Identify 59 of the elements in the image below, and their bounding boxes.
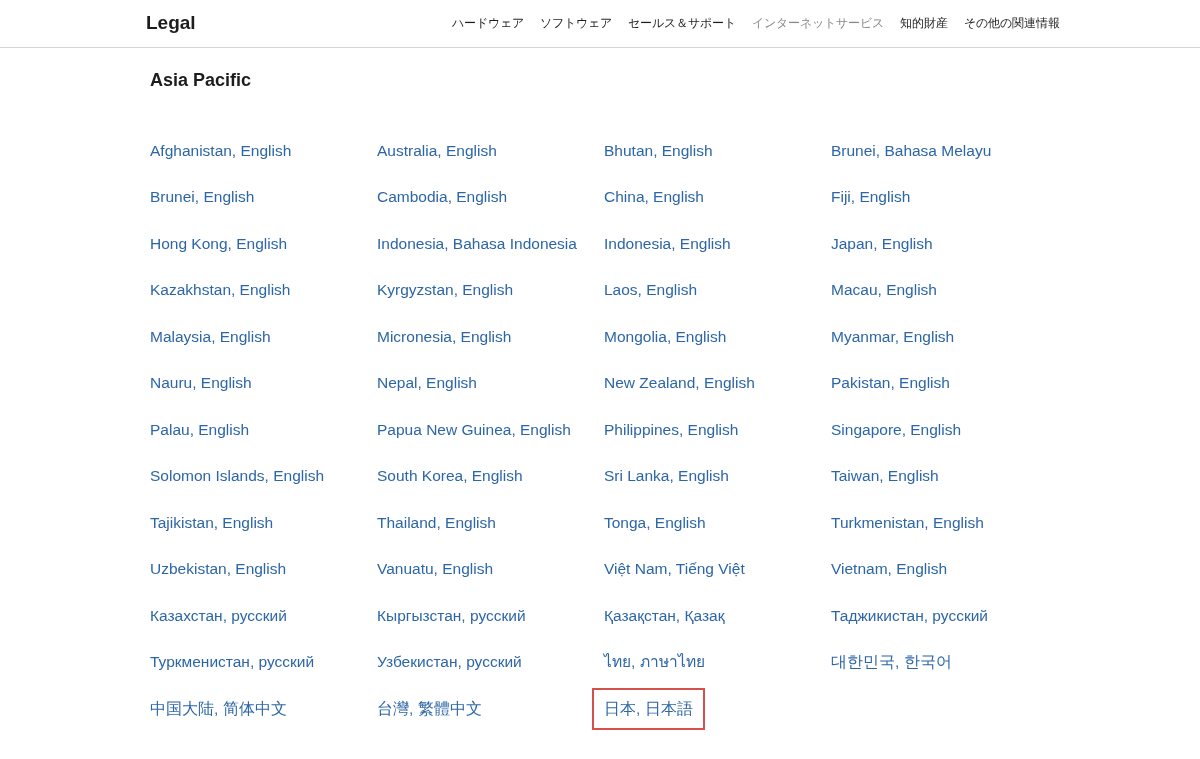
- country-link[interactable]: Кыргызстан, русский: [377, 603, 526, 629]
- section-heading: Asia Pacific: [150, 70, 253, 92]
- country-link[interactable]: Қазақстан, Қазақ: [604, 603, 725, 629]
- nav-link[interactable]: ハードウェア: [452, 14, 524, 33]
- country-link[interactable]: Vanuatu, English: [377, 557, 494, 582]
- country-link[interactable]: Tonga, English: [604, 510, 706, 536]
- country-link[interactable]: 日本, 日本語: [592, 687, 705, 731]
- country-link[interactable]: New Zealand, English: [604, 371, 755, 396]
- country-link[interactable]: Uzbekistan, English: [150, 557, 287, 582]
- country-link[interactable]: Tajikistan, English: [150, 510, 274, 536]
- country-link[interactable]: Cambodia, English: [377, 185, 508, 210]
- country-link[interactable]: Kyrgyzstan, English: [377, 278, 514, 303]
- country-link[interactable]: 대한민국, 한국어: [831, 650, 952, 675]
- country-link[interactable]: Laos, English: [604, 278, 698, 303]
- country-link[interactable]: Nauru, English: [150, 371, 252, 396]
- country-link[interactable]: Việt Nam, Tiếng Việt: [604, 557, 745, 582]
- country-link[interactable]: ไทย, ภาษาไทย: [604, 650, 705, 675]
- country-link[interactable]: Bhutan, English: [604, 138, 713, 164]
- country-link[interactable]: Solomon Islands, English: [150, 464, 325, 489]
- country-link[interactable]: Thailand, English: [377, 510, 496, 536]
- site-title: Legal: [146, 11, 196, 36]
- country-link[interactable]: Indonesia, Bahasa Indonesia: [377, 231, 577, 257]
- country-link[interactable]: Micronesia, English: [377, 324, 512, 350]
- country-link[interactable]: Turkmenistan, English: [831, 510, 984, 536]
- nav-link[interactable]: その他の関連情報: [964, 14, 1060, 33]
- country-link[interactable]: China, English: [604, 185, 704, 210]
- country-link[interactable]: Brunei, English: [150, 185, 255, 210]
- country-link[interactable]: Palau, English: [150, 417, 250, 443]
- country-link[interactable]: 中国大陆, 简体中文: [150, 696, 287, 722]
- country-link[interactable]: Fiji, English: [831, 185, 911, 210]
- country-link[interactable]: Sri Lanka, English: [604, 464, 729, 489]
- country-link[interactable]: Mongolia, English: [604, 324, 727, 350]
- country-link[interactable]: Brunei, Bahasa Melayu: [831, 138, 992, 164]
- country-link[interactable]: Kazakhstan, English: [150, 278, 291, 303]
- country-link[interactable]: Vietnam, English: [831, 557, 948, 582]
- nav-link[interactable]: インターネットサービス: [752, 14, 884, 33]
- country-link[interactable]: 台灣, 繁體中文: [377, 696, 482, 722]
- country-link[interactable]: Казахстан, русский: [150, 603, 287, 629]
- nav-link[interactable]: 知的財産: [900, 14, 948, 33]
- country-link[interactable]: Papua New Guinea, English: [377, 417, 571, 443]
- country-link[interactable]: Pakistan, English: [831, 371, 950, 396]
- country-link[interactable]: Australia, English: [377, 138, 497, 164]
- nav-link[interactable]: ソフトウェア: [540, 14, 612, 33]
- nav-link[interactable]: セールス＆サポート: [628, 14, 736, 33]
- country-link[interactable]: Hong Kong, English: [150, 231, 287, 257]
- country-link[interactable]: Japan, English: [831, 231, 933, 257]
- country-link[interactable]: Taiwan, English: [831, 464, 939, 489]
- country-link[interactable]: Туркменистан, русский: [150, 650, 315, 675]
- country-link[interactable]: Macau, English: [831, 278, 937, 303]
- country-link[interactable]: Malaysia, English: [150, 324, 271, 350]
- country-link[interactable]: Indonesia, English: [604, 231, 731, 257]
- country-link[interactable]: Таджикистан, русский: [831, 603, 988, 629]
- country-link[interactable]: Afghanistan, English: [150, 138, 292, 164]
- country-link[interactable]: South Korea, English: [377, 464, 523, 489]
- country-link[interactable]: Узбекистан, русский: [377, 650, 522, 675]
- country-link[interactable]: Myanmar, English: [831, 324, 955, 350]
- country-link[interactable]: Philippines, English: [604, 417, 739, 443]
- country-link[interactable]: Nepal, English: [377, 371, 477, 396]
- country-link[interactable]: Singapore, English: [831, 417, 962, 443]
